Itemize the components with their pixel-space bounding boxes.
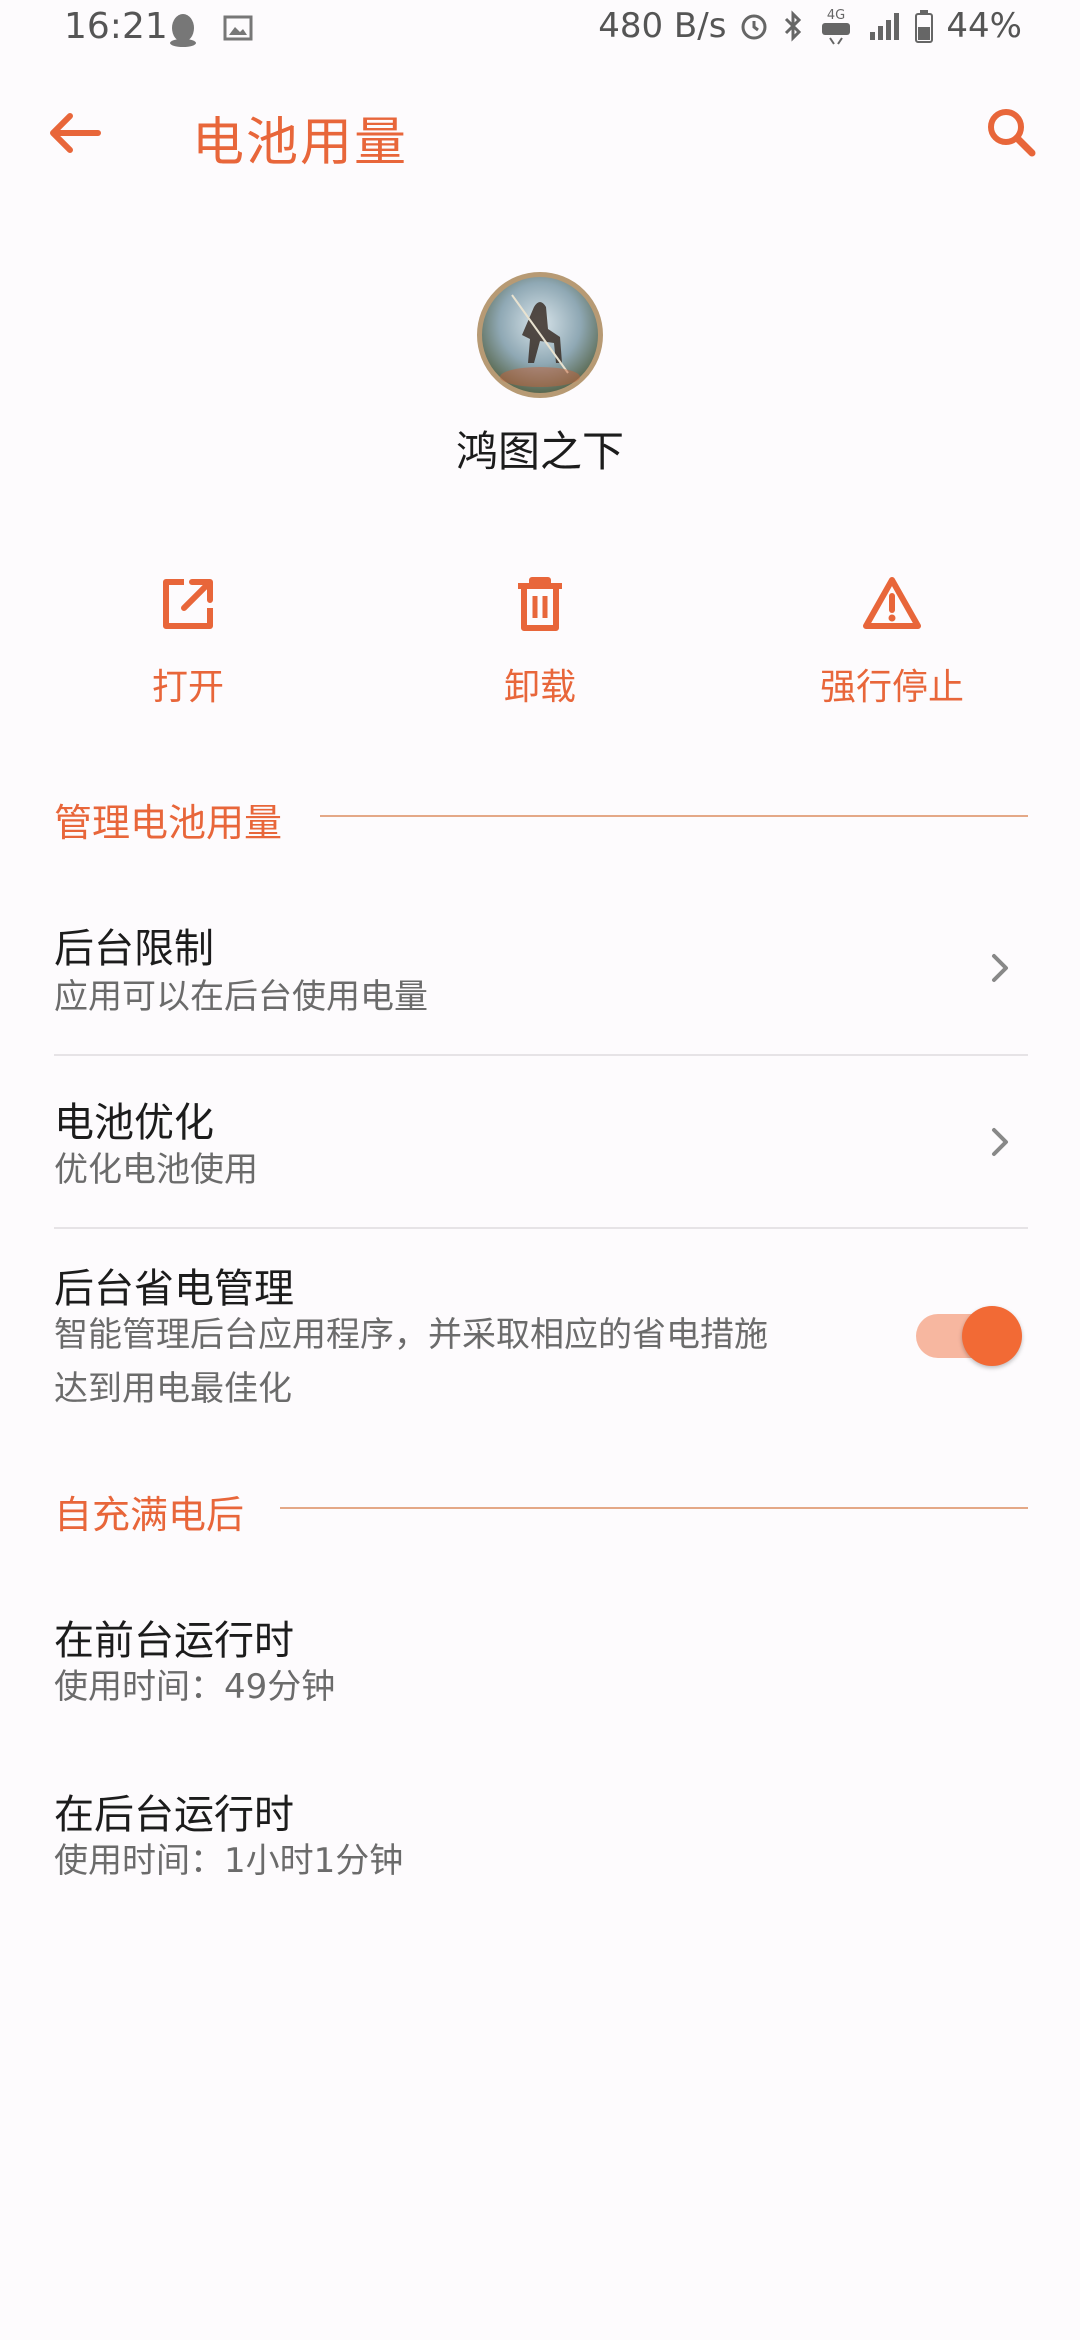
app-bar: 电池用量 xyxy=(0,90,1080,180)
battery-usage-page: 16:21 480 B/s 4G 44% 电池用量 鸿图之下 打开 卸载 强行停… xyxy=(0,0,1080,2340)
battery-icon xyxy=(915,10,934,43)
status-time: 16:21 xyxy=(64,6,168,47)
network-label: 4G xyxy=(827,8,845,23)
toggle-thumb xyxy=(962,1306,1022,1366)
row-title: 在后台运行时 xyxy=(54,1792,294,1838)
divider xyxy=(54,1054,1028,1056)
uninstall-label: 卸载 xyxy=(503,667,576,708)
row-title: 在前台运行时 xyxy=(54,1618,294,1664)
back-button[interactable] xyxy=(40,98,110,168)
section-header-manage: 管理电池用量 xyxy=(54,801,283,845)
signal-icon xyxy=(870,13,900,40)
chevron-right-icon xyxy=(992,954,1008,982)
row-subtitle-line2: 达到用电最佳化 xyxy=(54,1369,292,1409)
net-speed: 480 B/s xyxy=(598,6,727,46)
row-title: 后台限制 xyxy=(54,926,214,972)
app-avatar-icon xyxy=(477,272,603,398)
open-label: 打开 xyxy=(151,667,224,708)
status-right: 480 B/s 4G 44% xyxy=(598,6,1022,46)
penguin-icon xyxy=(170,14,196,47)
warning-icon xyxy=(863,577,921,629)
status-left-icons xyxy=(168,12,254,48)
section-divider-since-full xyxy=(280,1507,1028,1509)
divider xyxy=(54,1227,1028,1229)
section-divider-manage xyxy=(320,815,1028,817)
open-external-icon xyxy=(163,579,213,629)
search-button[interactable] xyxy=(976,98,1046,168)
page-title: 电池用量 xyxy=(192,113,409,173)
row-title: 后台省电管理 xyxy=(54,1266,294,1312)
open-button[interactable]: 打开 xyxy=(88,572,288,710)
force-stop-label: 强行停止 xyxy=(819,667,964,708)
chevron-right-icon xyxy=(992,1128,1008,1156)
image-icon xyxy=(223,15,253,41)
power-management-toggle[interactable] xyxy=(916,1306,1024,1366)
status-bar: 16:21 480 B/s 4G 44% xyxy=(0,0,1080,64)
section-header-since-full: 自充满电后 xyxy=(54,1493,245,1537)
trash-icon xyxy=(518,577,562,631)
row-subtitle: 应用可以在后台使用电量 xyxy=(54,977,428,1017)
app-name: 鸿图之下 xyxy=(455,427,624,476)
row-subtitle: 使用时间：49分钟 xyxy=(54,1667,336,1707)
bluetooth-icon xyxy=(785,10,802,42)
row-subtitle-line1: 智能管理后台应用程序，并采取相应的省电措施 xyxy=(54,1315,768,1355)
hd-4g-icon: 4G xyxy=(822,8,851,45)
row-subtitle: 使用时间：1小时1分钟 xyxy=(54,1841,404,1881)
battery-percent: 44% xyxy=(946,6,1022,46)
row-subtitle: 优化电池使用 xyxy=(54,1150,258,1190)
row-title: 电池优化 xyxy=(54,1100,214,1146)
uninstall-button[interactable]: 卸载 xyxy=(440,572,640,710)
force-stop-button[interactable]: 强行停止 xyxy=(792,572,992,710)
alarm-icon xyxy=(741,14,767,40)
